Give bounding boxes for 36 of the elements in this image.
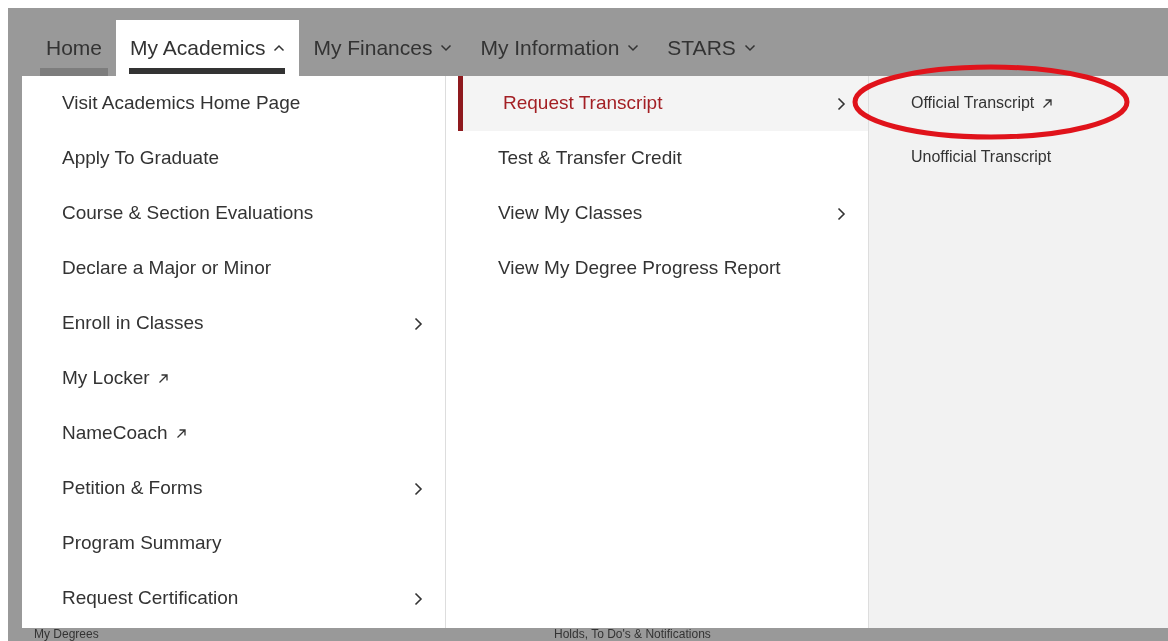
menu-item[interactable]: Request Transcript — [458, 76, 868, 131]
chevron-right-icon — [837, 206, 846, 221]
menu-item[interactable]: Declare a Major or Minor — [22, 241, 445, 296]
menu-item[interactable]: Petition & Forms — [22, 461, 445, 516]
menu-item[interactable]: Course & Section Evaluations — [22, 186, 445, 241]
menu-item[interactable]: Test & Transfer Credit — [458, 131, 868, 186]
chevron-right-icon — [837, 96, 846, 111]
caret-up-icon — [273, 44, 286, 52]
nav-tab[interactable]: My Academics — [116, 20, 300, 76]
caret-down-icon — [743, 44, 756, 52]
chevron-right-icon — [414, 591, 423, 606]
menu-item[interactable]: Enroll in Classes — [22, 296, 445, 351]
nav-tab[interactable]: Home — [32, 20, 117, 76]
menu-item[interactable]: Apply To Graduate — [22, 131, 445, 186]
menu-item[interactable]: Unofficial Transcript — [869, 130, 1168, 184]
menu-item[interactable]: View My Classes — [458, 186, 868, 241]
caret-down-icon — [627, 44, 640, 52]
menu-item[interactable]: View My Degree Progress Report — [458, 241, 868, 296]
nav-tab[interactable]: My Information — [466, 20, 654, 76]
chevron-right-icon — [414, 481, 423, 496]
menu-item[interactable]: Official Transcript — [869, 76, 1168, 130]
section-heading: Holds, To Do's & Notifications — [554, 628, 711, 641]
menu-item[interactable]: Request Certification — [22, 571, 445, 626]
nav-tab[interactable]: My Finances — [299, 20, 467, 76]
menu-item[interactable]: Program Summary — [22, 516, 445, 571]
chevron-right-icon — [414, 316, 423, 331]
menu-item[interactable]: My Locker — [22, 351, 445, 406]
external-link-icon — [175, 428, 187, 439]
caret-down-icon — [440, 44, 453, 52]
nav-tab[interactable]: STARS — [653, 20, 770, 76]
section-heading: My Degrees — [34, 628, 100, 641]
current-page-underline — [40, 68, 109, 76]
menu-item[interactable]: NameCoach — [22, 406, 445, 461]
menu-item[interactable]: Visit Academics Home Page — [22, 76, 445, 131]
external-link-icon — [1042, 97, 1054, 109]
external-link-icon — [157, 373, 169, 384]
